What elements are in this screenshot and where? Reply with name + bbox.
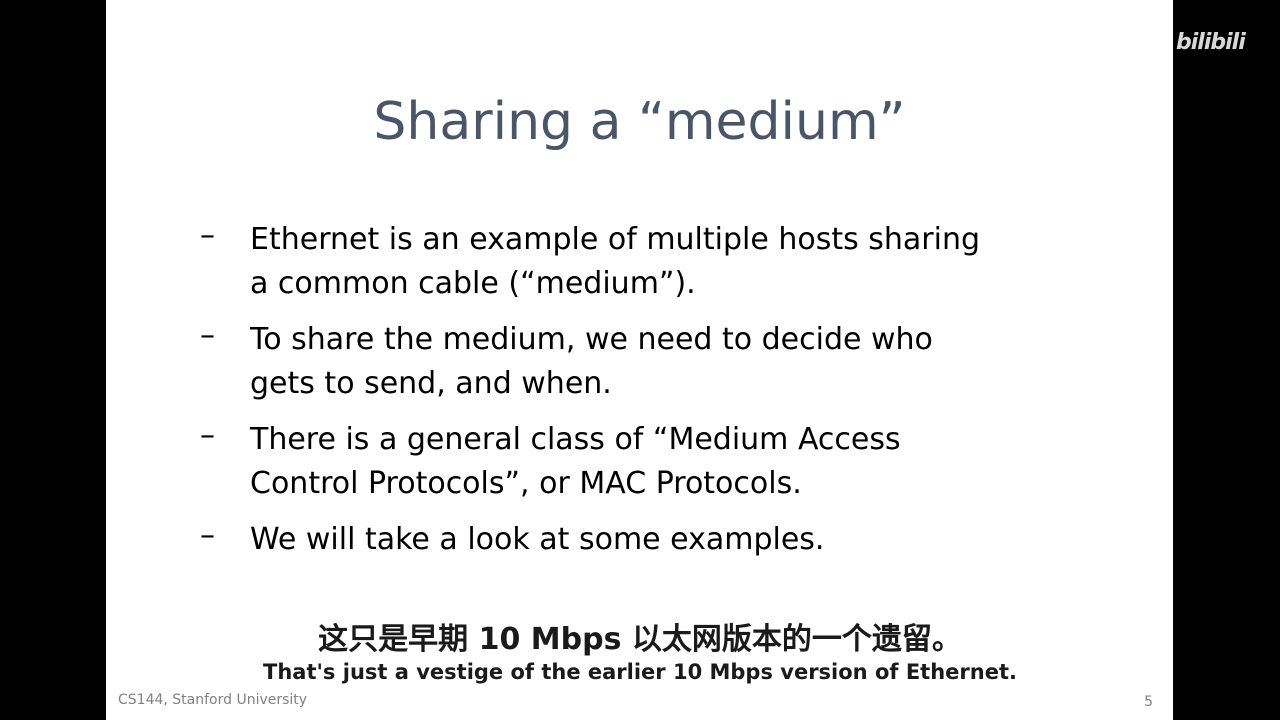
- bullet-line: Control Protocols”, or MAC Protocols.: [250, 466, 802, 501]
- bullet-line: We will take a look at some examples.: [250, 522, 825, 557]
- bullet-line: To share the medium, we need to decide w…: [250, 322, 933, 357]
- subtitle-chinese: 这只是早期 10 Mbps 以太网版本的一个遗留。: [318, 622, 962, 657]
- bullet-line: gets to send, and when.: [250, 366, 612, 401]
- bullet-marker: –: [200, 218, 215, 253]
- slide-title: Sharing a “medium”: [373, 92, 906, 152]
- bilibili-logo: bilibili: [1176, 30, 1246, 55]
- slide: Sharing a “medium” – Ethernet is an exam…: [106, 0, 1173, 720]
- slide-footer: CS144, Stanford University: [118, 692, 308, 708]
- bullet-line: a common cable (“medium”).: [250, 266, 696, 301]
- subtitle-english: That's just a vestige of the earlier 10 …: [263, 660, 1017, 684]
- bullet-marker: –: [200, 318, 215, 353]
- bullet-item: – There is a general class of “Medium Ac…: [198, 418, 1098, 506]
- bullet-item: – We will take a look at some examples.: [198, 518, 1098, 562]
- left-letterbox: [0, 0, 106, 720]
- bullet-marker: –: [200, 518, 215, 553]
- bullet-marker: –: [200, 418, 215, 453]
- bullet-item: – Ethernet is an example of multiple hos…: [198, 218, 1098, 306]
- bullet-line: Ethernet is an example of multiple hosts…: [250, 222, 981, 257]
- page-number: 5: [1144, 694, 1153, 710]
- bullet-list: – Ethernet is an example of multiple hos…: [198, 218, 1098, 574]
- right-letterbox: [1173, 0, 1280, 720]
- bullet-line: There is a general class of “Medium Acce…: [250, 422, 901, 457]
- bullet-item: – To share the medium, we need to decide…: [198, 318, 1098, 406]
